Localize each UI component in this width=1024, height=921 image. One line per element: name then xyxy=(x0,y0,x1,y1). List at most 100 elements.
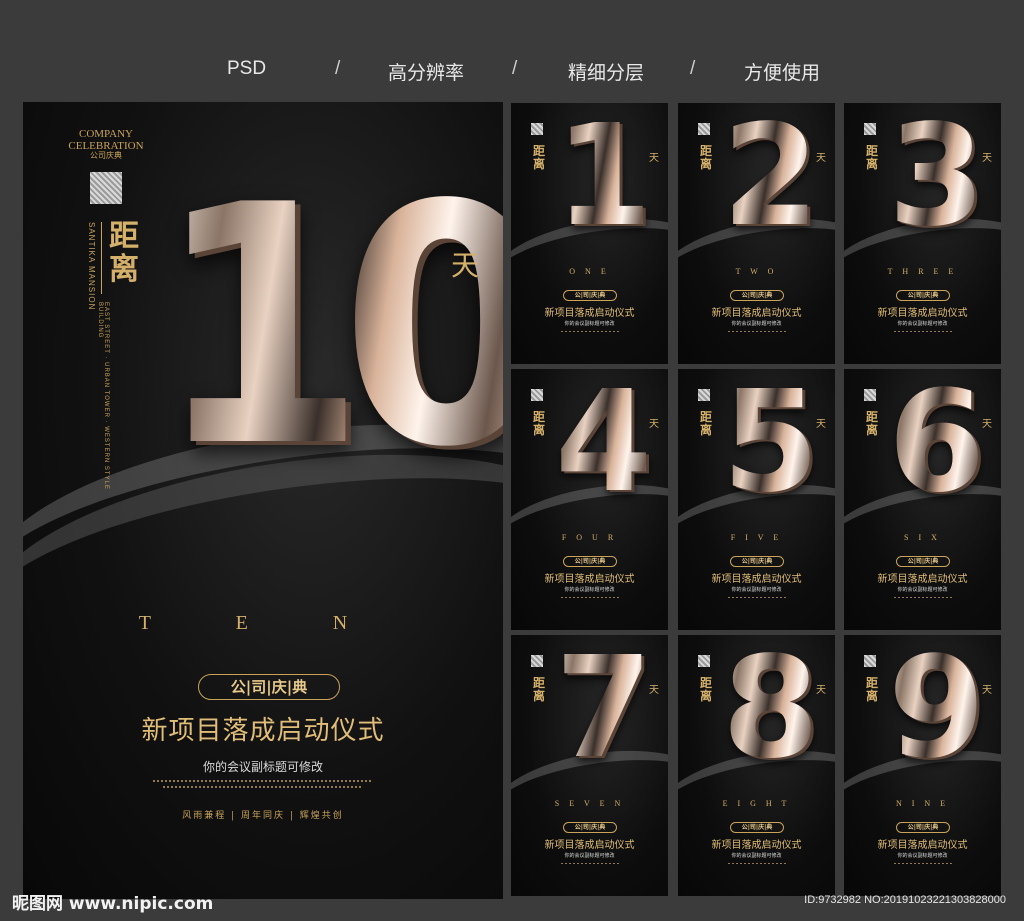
number-word: T E N xyxy=(138,612,388,634)
day-label: 天 xyxy=(649,685,659,696)
qr-code-icon xyxy=(864,123,876,135)
dotted-line xyxy=(894,863,952,864)
countdown-poster[interactable]: 距离 5 天 F I V E 公|司|庆|典 新项目落成启动仪式 你的会议副标题… xyxy=(678,369,835,630)
countdown-poster[interactable]: 距离 2 天 T W O 公|司|庆|典 新项目落成启动仪式 你的会议副标题可修… xyxy=(678,103,835,364)
qr-code-icon xyxy=(90,172,122,204)
company-cn: 公司庆典 xyxy=(90,151,122,161)
feature-fine-layers: 精细分层 xyxy=(568,63,645,84)
day-label: 天 xyxy=(816,685,826,696)
dotted-line xyxy=(728,597,786,598)
distance-label: 距离 xyxy=(533,144,546,172)
site-logo: 昵图网 www.nipic.com xyxy=(12,894,214,914)
countdown-number: 9 xyxy=(888,635,986,790)
dotted-line xyxy=(561,331,619,332)
number-word: S E V E N xyxy=(554,799,625,808)
countdown-poster[interactable]: 距离 3 天 T H R E E 公|司|庆|典 新项目落成启动仪式 你的会议副… xyxy=(844,103,1001,364)
qr-code-icon xyxy=(531,655,543,667)
subtitle: 你的会议副标题可修改 xyxy=(564,321,615,327)
day-label: 天 xyxy=(816,153,826,164)
celebration-tag: 公|司|庆|典 xyxy=(198,674,340,700)
qr-code-icon xyxy=(698,389,710,401)
countdown-number: 10 xyxy=(155,162,503,492)
celebration-tag: 公|司|庆|典 xyxy=(730,556,784,567)
day-label: 天 xyxy=(982,153,992,164)
celebration-tag: 公|司|庆|典 xyxy=(563,556,617,567)
headline: 新项目落成启动仪式 xyxy=(711,574,802,585)
dotted-line xyxy=(561,597,619,598)
dotted-line xyxy=(163,786,363,788)
subtitle: 你的会议副标题可修改 xyxy=(731,853,782,859)
celebration-tag: 公|司|庆|典 xyxy=(896,290,950,301)
subtitle: 你的会议副标题可修改 xyxy=(897,853,948,859)
vertical-caption-2: EAST STREET · URBAN TOWER · WESTERN STYL… xyxy=(97,302,109,490)
dotted-line xyxy=(153,780,373,782)
celebration-tag: 公|司|庆|典 xyxy=(563,822,617,833)
separator: / xyxy=(690,58,696,79)
number-word: E I G H T xyxy=(722,799,791,808)
separator: / xyxy=(335,58,341,79)
qr-code-icon xyxy=(531,123,543,135)
subtitle: 你的会议副标题可修改 xyxy=(202,760,323,774)
countdown-number: 8 xyxy=(722,635,820,790)
headline: 新项目落成启动仪式 xyxy=(544,574,635,585)
main-poster: COMPANY CELEBRATION 公司庆典 距离 SANTIKA MANS… xyxy=(23,102,503,899)
headline: 新项目落成启动仪式 xyxy=(711,840,802,851)
image-id: ID:9732982 NO:20191023221303828000 xyxy=(804,894,1006,906)
celebration-tag: 公|司|庆|典 xyxy=(896,556,950,567)
company-en-1: COMPANY xyxy=(78,128,133,140)
celebration-tag: 公|司|庆|典 xyxy=(563,290,617,301)
countdown-number: 6 xyxy=(888,369,986,524)
countdown-poster[interactable]: 距离 8 天 E I G H T 公|司|庆|典 新项目落成启动仪式 你的会议副… xyxy=(678,635,835,896)
countdown-number: 7 xyxy=(555,635,653,790)
qr-code-icon xyxy=(531,389,543,401)
distance-label: 距离 xyxy=(866,410,879,438)
countdown-number: 1 xyxy=(555,103,653,258)
countdown-poster[interactable]: 距离 4 天 F O U R 公|司|庆|典 新项目落成启动仪式 你的会议副标题… xyxy=(511,369,668,630)
distance-label: 距离 xyxy=(700,410,713,438)
number-word: F O U R xyxy=(561,533,618,542)
qr-code-icon xyxy=(864,389,876,401)
day-label: 天 xyxy=(451,249,480,282)
countdown-poster[interactable]: 距离 9 天 N I N E 公|司|庆|典 新项目落成启动仪式 你的会议副标题… xyxy=(844,635,1001,896)
headline: 新项目落成启动仪式 xyxy=(877,308,968,319)
headline: 新项目落成启动仪式 xyxy=(877,574,968,585)
feature-header: PSD / 高分辨率 / 精细分层 / 方便使用 xyxy=(0,0,1024,100)
countdown-number: 4 xyxy=(555,369,653,524)
headline: 新项目落成启动仪式 xyxy=(544,840,635,851)
subtitle: 你的会议副标题可修改 xyxy=(897,587,948,593)
separator: / xyxy=(512,58,518,79)
feature-easy-use: 方便使用 xyxy=(744,63,821,84)
number-word: N I N E xyxy=(895,799,950,808)
celebration-tag: 公|司|庆|典 xyxy=(730,290,784,301)
countdown-number: 3 xyxy=(888,103,986,258)
vertical-caption: SANTIKA MANSION xyxy=(87,222,96,311)
qr-code-icon xyxy=(864,655,876,667)
day-label: 天 xyxy=(649,153,659,164)
countdown-number: 5 xyxy=(722,369,820,524)
subtitle: 你的会议副标题可修改 xyxy=(897,321,948,327)
distance-label: 距离 xyxy=(533,676,546,704)
headline: 新项目落成启动仪式 xyxy=(711,308,802,319)
distance-label: 距离 xyxy=(866,676,879,704)
qr-code-icon xyxy=(698,655,710,667)
headline: 新项目落成启动仪式 xyxy=(544,308,635,319)
distance-label: 距离 xyxy=(700,144,713,172)
number-word: T W O xyxy=(735,267,778,276)
dotted-line xyxy=(894,331,952,332)
feature-high-resolution: 高分辨率 xyxy=(388,63,465,84)
distance-label: 距离 xyxy=(700,676,713,704)
countdown-poster[interactable]: 距离 6 天 S I X 公|司|庆|典 新项目落成启动仪式 你的会议副标题可修… xyxy=(844,369,1001,630)
gold-divider xyxy=(101,222,102,294)
countdown-number: 2 xyxy=(722,103,820,258)
number-word: S I X xyxy=(904,533,941,542)
celebration-tag: 公|司|庆|典 xyxy=(896,822,950,833)
dotted-line xyxy=(728,331,786,332)
day-label: 天 xyxy=(816,419,826,430)
distance-label: 距离 xyxy=(109,219,139,287)
countdown-poster[interactable]: 距离 7 天 S E V E N 公|司|庆|典 新项目落成启动仪式 你的会议副… xyxy=(511,635,668,896)
countdown-poster[interactable]: 距离 1 天 O N E 公|司|庆|典 新项目落成启动仪式 你的会议副标题可修… xyxy=(511,103,668,364)
headline: 新项目落成启动仪式 xyxy=(141,716,385,746)
slogan: 风雨兼程 | 周年同庆 | 辉煌共创 xyxy=(182,811,344,821)
distance-label: 距离 xyxy=(866,144,879,172)
number-word: T H R E E xyxy=(887,267,958,276)
